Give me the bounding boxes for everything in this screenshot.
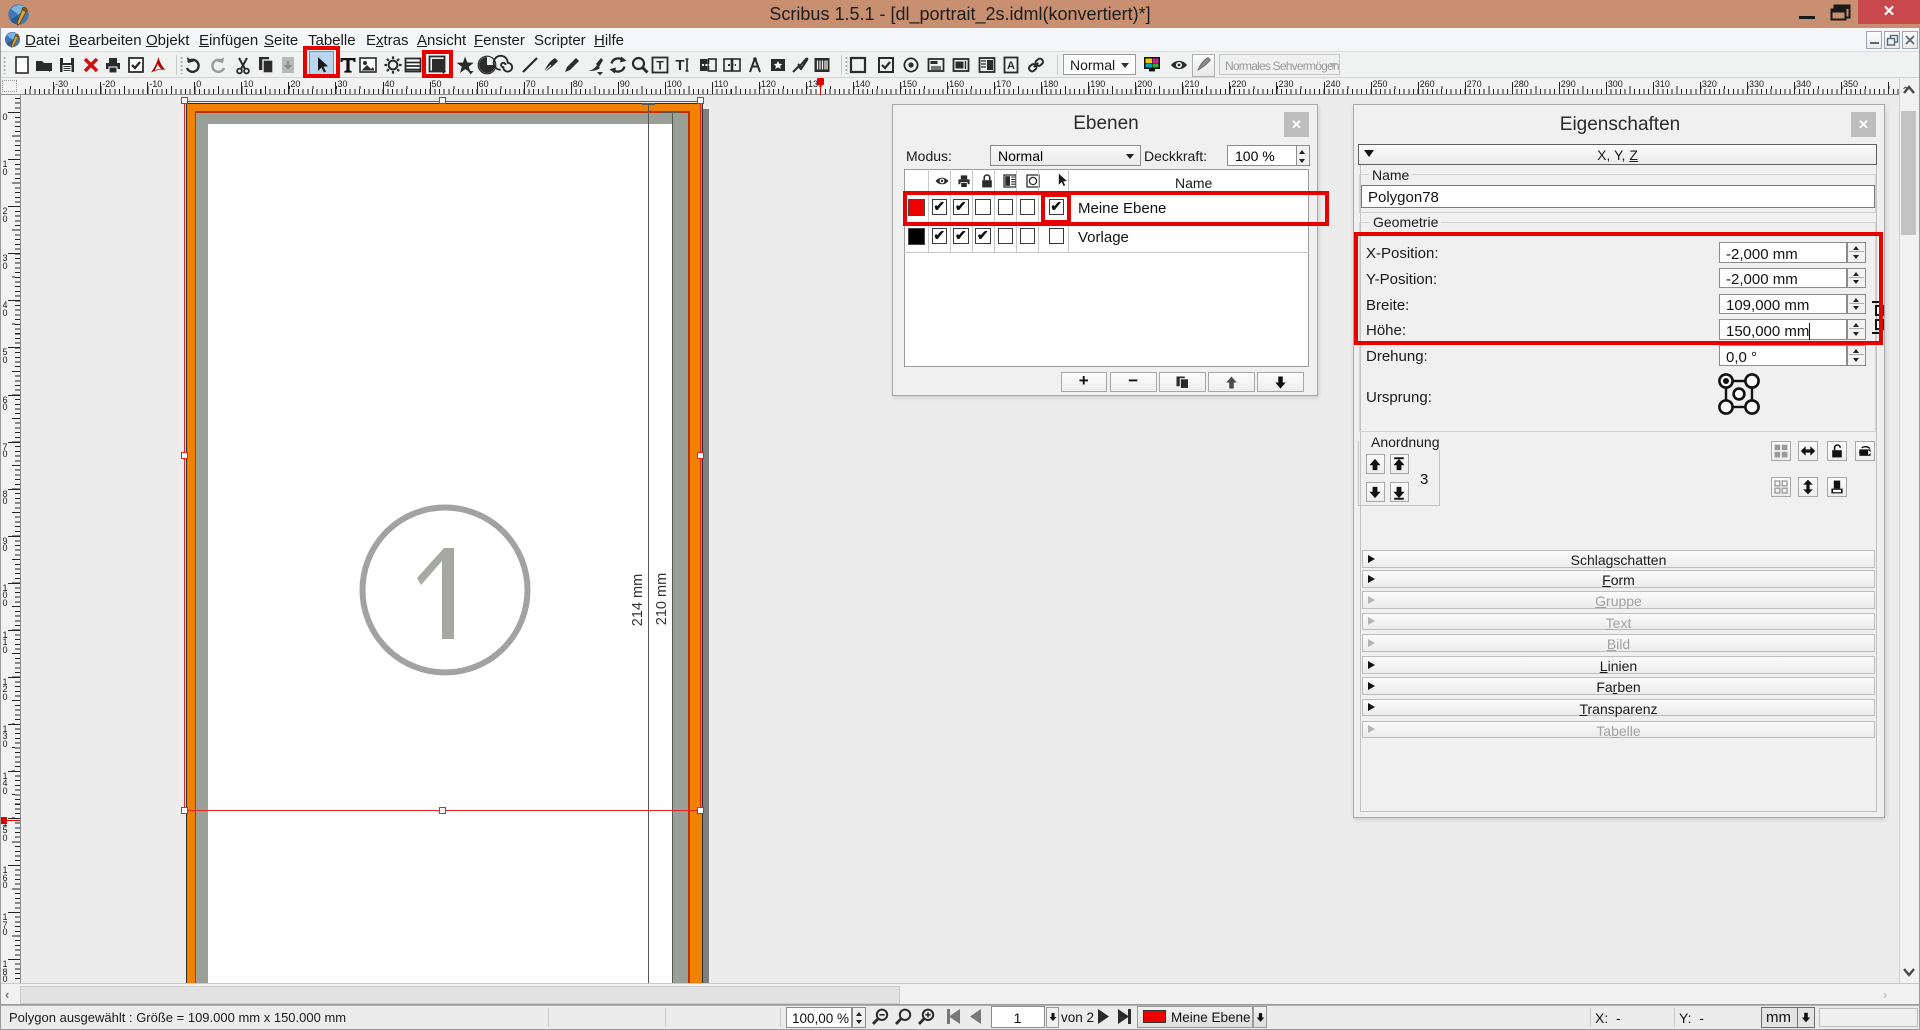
svg-text:T: T — [675, 57, 684, 74]
svg-text:T: T — [656, 59, 664, 73]
svg-text:A: A — [1007, 60, 1015, 72]
